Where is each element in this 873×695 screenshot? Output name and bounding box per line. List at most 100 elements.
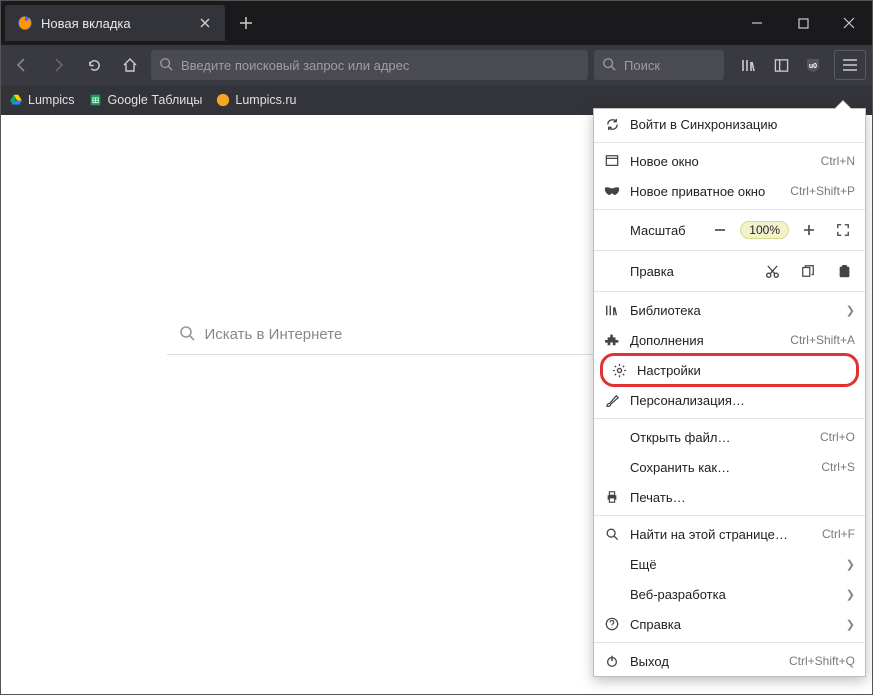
print-icon	[604, 489, 620, 505]
puzzle-icon	[604, 332, 620, 348]
bookmark-label: Google Таблицы	[108, 93, 203, 107]
bookmark-item[interactable]: Lumpics.ru	[216, 93, 296, 107]
menu-new-private[interactable]: Новое приватное окно Ctrl+Shift+P	[594, 176, 865, 206]
menu-label: Масштаб	[630, 223, 700, 238]
menu-settings[interactable]: Настройки	[600, 353, 859, 387]
menu-shortcut: Ctrl+Shift+Q	[789, 654, 855, 668]
menu-help[interactable]: Справка ❯	[594, 609, 865, 639]
search-icon	[159, 57, 173, 74]
menu-label: Дополнения	[630, 333, 780, 348]
menu-separator	[594, 142, 865, 143]
menu-label: Веб-разработка	[630, 587, 836, 602]
menu-label: Персонализация…	[630, 393, 855, 408]
menu-label: Найти на этой странице…	[630, 527, 812, 542]
menu-more[interactable]: Ещё ❯	[594, 549, 865, 579]
menu-webdev[interactable]: Веб-разработка ❯	[594, 579, 865, 609]
search-icon	[604, 526, 620, 542]
new-tab-button[interactable]	[231, 8, 261, 38]
menu-separator	[594, 209, 865, 210]
menu-label: Открыть файл…	[630, 430, 810, 445]
close-window-button[interactable]	[826, 1, 872, 45]
paste-icon[interactable]	[835, 262, 853, 280]
menu-sync[interactable]: Войти в Синхронизацию	[594, 109, 865, 139]
search-bar[interactable]: Поиск	[594, 50, 724, 80]
window-icon	[604, 153, 620, 169]
bookmark-item[interactable]: Google Таблицы	[89, 93, 203, 107]
hamburger-menu-button[interactable]	[834, 50, 866, 80]
menu-shortcut: Ctrl+F	[822, 527, 855, 541]
menu-label: Новое приватное окно	[630, 184, 780, 199]
menu-label: Войти в Синхронизацию	[630, 117, 855, 132]
gear-icon	[611, 362, 627, 378]
menu-edit-row: Правка	[594, 254, 865, 288]
menu-print[interactable]: Печать…	[594, 482, 865, 512]
menu-shortcut: Ctrl+N	[821, 154, 855, 168]
menu-open-file[interactable]: Открыть файл… Ctrl+O	[594, 422, 865, 452]
menu-label: Новое окно	[630, 154, 811, 169]
menu-library[interactable]: Библиотека ❯	[594, 295, 865, 325]
window-controls	[734, 1, 872, 45]
browser-window: Новая вкладка Введите поисковый запрос и…	[1, 1, 872, 694]
zoom-value: 100%	[740, 221, 789, 239]
navigation-toolbar: Введите поисковый запрос или адрес Поиск…	[1, 45, 872, 85]
cut-icon[interactable]	[763, 262, 781, 280]
home-button[interactable]	[115, 50, 145, 80]
fullscreen-button[interactable]	[829, 218, 857, 242]
forward-button[interactable]	[43, 50, 73, 80]
zoom-out-button[interactable]	[706, 218, 734, 242]
menu-addons[interactable]: Дополнения Ctrl+Shift+A	[594, 325, 865, 355]
menu-caret	[835, 101, 851, 109]
menu-shortcut: Ctrl+Shift+P	[790, 184, 855, 198]
bookmark-label: Lumpics.ru	[235, 93, 296, 107]
menu-shortcut: Ctrl+S	[821, 460, 855, 474]
back-button[interactable]	[7, 50, 37, 80]
zoom-in-button[interactable]	[795, 218, 823, 242]
svg-text:u0: u0	[809, 63, 817, 70]
library-toolbar-button[interactable]	[734, 50, 764, 80]
search-icon	[602, 57, 616, 74]
menu-new-window[interactable]: Новое окно Ctrl+N	[594, 146, 865, 176]
chevron-right-icon: ❯	[846, 588, 855, 601]
menu-separator	[594, 418, 865, 419]
menu-label: Справка	[630, 617, 836, 632]
menu-save-as[interactable]: Сохранить как… Ctrl+S	[594, 452, 865, 482]
menu-find[interactable]: Найти на этой странице… Ctrl+F	[594, 519, 865, 549]
menu-label: Печать…	[630, 490, 855, 505]
mask-icon	[604, 183, 620, 199]
menu-label: Сохранить как…	[630, 460, 811, 475]
chevron-right-icon: ❯	[846, 618, 855, 631]
ublock-icon[interactable]: u0	[798, 50, 828, 80]
sheets-icon	[89, 93, 103, 107]
power-icon	[604, 653, 620, 669]
bookmark-item[interactable]: Lumpics	[9, 93, 75, 107]
menu-label: Выход	[630, 654, 779, 669]
brush-icon	[604, 392, 620, 408]
menu-label: Настройки	[637, 363, 848, 378]
hamburger-menu: Войти в Синхронизацию Новое окно Ctrl+N …	[593, 108, 866, 677]
browser-tab[interactable]: Новая вкладка	[5, 5, 225, 41]
sidebar-button[interactable]	[766, 50, 796, 80]
firefox-icon	[17, 15, 33, 31]
maximize-button[interactable]	[780, 1, 826, 45]
titlebar: Новая вкладка	[1, 1, 872, 45]
sync-icon	[604, 116, 620, 132]
chevron-right-icon: ❯	[846, 304, 855, 317]
help-icon	[604, 616, 620, 632]
copy-icon[interactable]	[799, 262, 817, 280]
tab-title: Новая вкладка	[41, 16, 131, 31]
url-bar[interactable]: Введите поисковый запрос или адрес	[151, 50, 588, 80]
menu-exit[interactable]: Выход Ctrl+Shift+Q	[594, 646, 865, 676]
close-icon[interactable]	[199, 16, 213, 30]
menu-separator	[594, 642, 865, 643]
drive-icon	[9, 93, 23, 107]
url-placeholder: Введите поисковый запрос или адрес	[181, 58, 409, 73]
menu-zoom-row: Масштаб 100%	[594, 213, 865, 247]
menu-separator	[594, 515, 865, 516]
menu-shortcut: Ctrl+Shift+A	[790, 333, 855, 347]
minimize-button[interactable]	[734, 1, 780, 45]
menu-customize[interactable]: Персонализация…	[594, 385, 865, 415]
menu-separator	[594, 250, 865, 251]
reload-button[interactable]	[79, 50, 109, 80]
menu-label: Ещё	[630, 557, 836, 572]
home-search-placeholder: Искать в Интернете	[205, 326, 343, 343]
